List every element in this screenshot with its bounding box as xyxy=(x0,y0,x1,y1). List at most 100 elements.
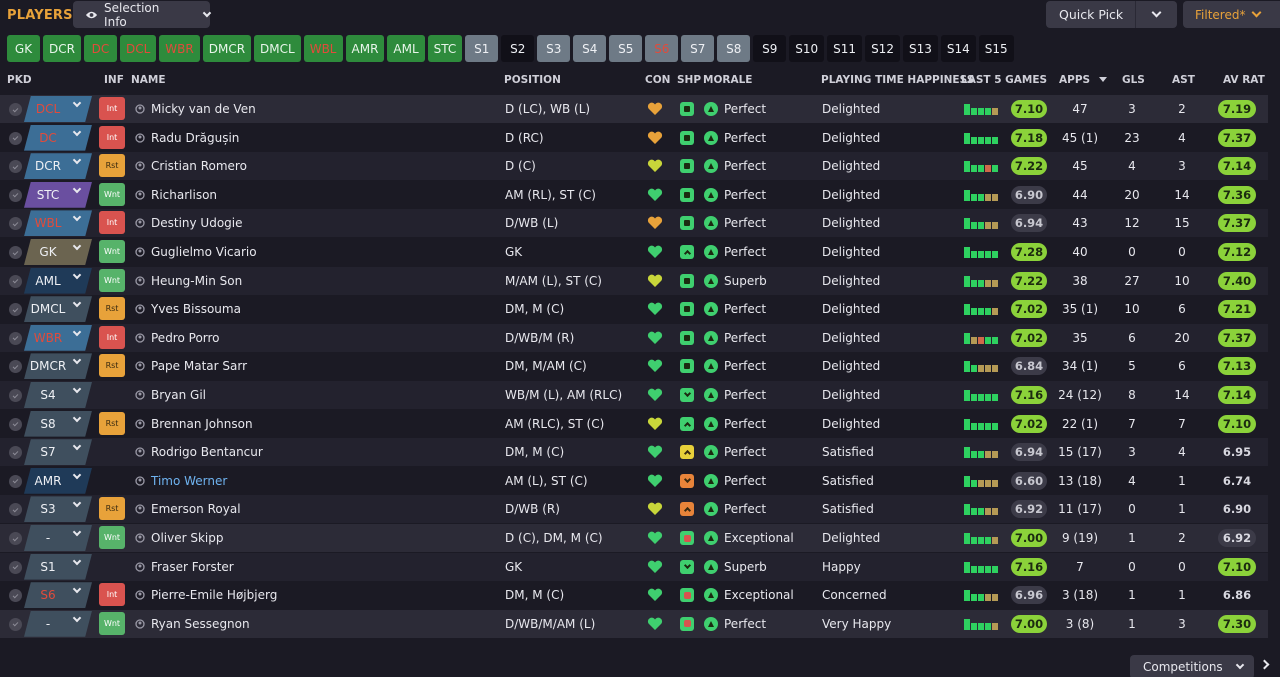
position-filter-dcr[interactable]: DCR xyxy=(43,35,81,62)
info-badge[interactable]: Int xyxy=(99,97,125,120)
col-playing-time-happiness[interactable]: PLAYING TIME HAPPINESS xyxy=(821,74,974,86)
player-name[interactable]: Fraser Forster xyxy=(151,560,234,574)
col-gls[interactable]: GLS xyxy=(1122,74,1145,86)
pick-checkbox[interactable] xyxy=(9,474,22,488)
table-row[interactable]: DC Int Radu Drăgușin D (RC) Perfect Delighted… xyxy=(0,124,1268,152)
position-filter-s6[interactable]: S6 xyxy=(645,35,679,62)
position-filter-s10[interactable]: S10 xyxy=(789,35,825,62)
position-selector[interactable]: DMCL xyxy=(24,296,92,323)
col-av-rat[interactable]: AV RAT xyxy=(1223,74,1265,86)
info-badge[interactable]: Wnt xyxy=(99,182,125,206)
pick-checkbox[interactable] xyxy=(9,274,22,288)
position-filter-s5[interactable]: S5 xyxy=(609,35,643,62)
position-filter-s2[interactable]: S2 xyxy=(501,35,535,62)
pick-checkbox[interactable] xyxy=(9,360,22,374)
pick-checkbox[interactable] xyxy=(9,160,22,174)
player-name[interactable]: Timo Werner xyxy=(151,474,227,488)
table-row[interactable]: S6 Int Pierre-Emile Højbjerg DM, M (C) Excep… xyxy=(0,581,1268,609)
filtered-dropdown[interactable]: Filtered* xyxy=(1183,1,1280,28)
pick-checkbox[interactable] xyxy=(9,503,22,517)
position-selector[interactable]: WBL xyxy=(24,210,92,237)
selection-info-button[interactable]: Selection Info xyxy=(73,1,212,29)
info-badge[interactable]: Wnt xyxy=(99,240,125,263)
pick-checkbox[interactable] xyxy=(9,617,22,631)
info-badge[interactable]: Int xyxy=(99,211,125,235)
pick-checkbox[interactable] xyxy=(9,532,22,545)
position-filter-gk[interactable]: GK xyxy=(7,35,40,62)
position-selector[interactable]: S8 xyxy=(24,410,92,437)
position-selector[interactable]: DMCR xyxy=(24,353,92,380)
position-filter-s13[interactable]: S13 xyxy=(902,35,938,62)
col-apps[interactable]: APPS xyxy=(1059,74,1090,86)
table-row[interactable]: S8 Rst Brennan Johnson AM (RLC), ST (C) Perf… xyxy=(0,410,1268,438)
info-badge[interactable]: Rst xyxy=(99,297,125,321)
player-name[interactable]: Micky van de Ven xyxy=(151,102,256,116)
pick-checkbox[interactable] xyxy=(9,217,22,231)
position-filter-s1[interactable]: S1 xyxy=(465,35,499,62)
table-row[interactable]: WBL Int Destiny Udogie D/WB (L) Perfect Delig… xyxy=(0,209,1268,238)
pick-checkbox[interactable] xyxy=(9,417,22,431)
position-filter-dmcr[interactable]: DMCR xyxy=(202,35,252,62)
position-selector[interactable]: DCR xyxy=(24,153,92,180)
position-filter-dc[interactable]: DC xyxy=(83,35,117,62)
info-badge[interactable]: Rst xyxy=(99,154,125,178)
player-name[interactable]: Ryan Sessegnon xyxy=(151,617,250,631)
info-badge[interactable]: Int xyxy=(99,125,125,149)
table-row[interactable]: S7 Rodrigo Bentancur DM, M (C) Perfect Satis… xyxy=(0,438,1268,467)
table-row[interactable]: - Wnt Oliver Skipp D (C), DM, M (C) Exceptio… xyxy=(0,524,1268,552)
table-row[interactable]: S3 Rst Emerson Royal D/WB (R) Perfect Satisfi… xyxy=(0,495,1268,524)
position-filter-s7[interactable]: S7 xyxy=(681,35,715,62)
table-row[interactable]: WBR Int Pedro Porro D/WB/M (R) Perfect Deligh… xyxy=(0,323,1268,352)
player-name[interactable]: Destiny Udogie xyxy=(151,216,243,230)
position-filter-dcl[interactable]: DCL xyxy=(119,35,157,62)
col-position[interactable]: POSITION xyxy=(504,74,561,86)
pick-checkbox[interactable] xyxy=(9,131,22,145)
quick-pick-button[interactable]: Quick Pick xyxy=(1046,1,1177,28)
info-badge[interactable]: Int xyxy=(99,583,125,607)
player-name[interactable]: Oliver Skipp xyxy=(151,531,223,545)
player-name[interactable]: Pape Matar Sarr xyxy=(151,359,247,373)
info-badge[interactable]: Rst xyxy=(99,497,125,521)
position-filter-aml[interactable]: AML xyxy=(387,35,425,62)
table-row[interactable]: - Wnt Ryan Sessegnon D/WB/M/AM (L) Perfect Ve… xyxy=(0,609,1268,638)
position-filter-s3[interactable]: S3 xyxy=(537,35,571,62)
info-badge[interactable]: Rst xyxy=(99,411,125,435)
col-shp[interactable]: SHP xyxy=(677,74,701,86)
col-ast[interactable]: AST xyxy=(1172,74,1195,86)
position-selector[interactable]: S4 xyxy=(24,382,92,408)
player-name[interactable]: Guglielmo Vicario xyxy=(151,245,257,259)
player-name[interactable]: Rodrigo Bentancur xyxy=(151,445,263,459)
pick-checkbox[interactable] xyxy=(9,103,22,116)
player-name[interactable]: Cristian Romero xyxy=(151,159,247,173)
pick-checkbox[interactable] xyxy=(9,303,22,317)
info-badge[interactable]: Rst xyxy=(99,354,125,378)
info-badge[interactable]: Wnt xyxy=(99,268,125,292)
info-badge[interactable]: Wnt xyxy=(99,526,125,549)
position-filter-s4[interactable]: S4 xyxy=(573,35,607,62)
chevron-right-icon[interactable] xyxy=(1259,659,1270,670)
pick-checkbox[interactable] xyxy=(9,188,22,202)
position-filter-s15[interactable]: S15 xyxy=(978,35,1014,62)
position-selector[interactable]: S7 xyxy=(24,439,92,466)
quick-pick-dropdown[interactable] xyxy=(1135,1,1177,28)
pick-checkbox[interactable] xyxy=(9,246,22,259)
position-selector[interactable]: AML xyxy=(24,267,92,294)
col-morale[interactable]: MORALE xyxy=(703,74,752,86)
player-name[interactable]: Bryan Gil xyxy=(151,388,206,402)
pick-checkbox[interactable] xyxy=(9,389,22,402)
player-name[interactable]: Richarlison xyxy=(151,188,217,202)
table-row[interactable]: DCL Int Micky van de Ven D (LC), WB (L) Perf… xyxy=(0,95,1268,123)
position-selector[interactable]: GK xyxy=(24,239,92,265)
table-row[interactable]: S4 Bryan Gil WB/M (L), AM (RLC) Perfect Deli… xyxy=(0,381,1268,409)
position-selector[interactable]: WBR xyxy=(24,324,92,351)
position-filter-amr[interactable]: AMR xyxy=(345,35,385,62)
pick-checkbox[interactable] xyxy=(9,446,22,460)
table-row[interactable]: DCR Rst Cristian Romero D (C) Perfect Delight… xyxy=(0,152,1268,181)
position-selector[interactable]: S3 xyxy=(24,496,92,523)
col-inf[interactable]: INF xyxy=(104,74,124,86)
pick-checkbox[interactable] xyxy=(9,560,22,574)
col-last-5-games[interactable]: LAST 5 GAMES xyxy=(961,74,1047,86)
competitions-dropdown[interactable]: Competitions xyxy=(1130,655,1254,677)
position-filter-s11[interactable]: S11 xyxy=(827,35,863,62)
player-name[interactable]: Brennan Johnson xyxy=(151,417,253,431)
